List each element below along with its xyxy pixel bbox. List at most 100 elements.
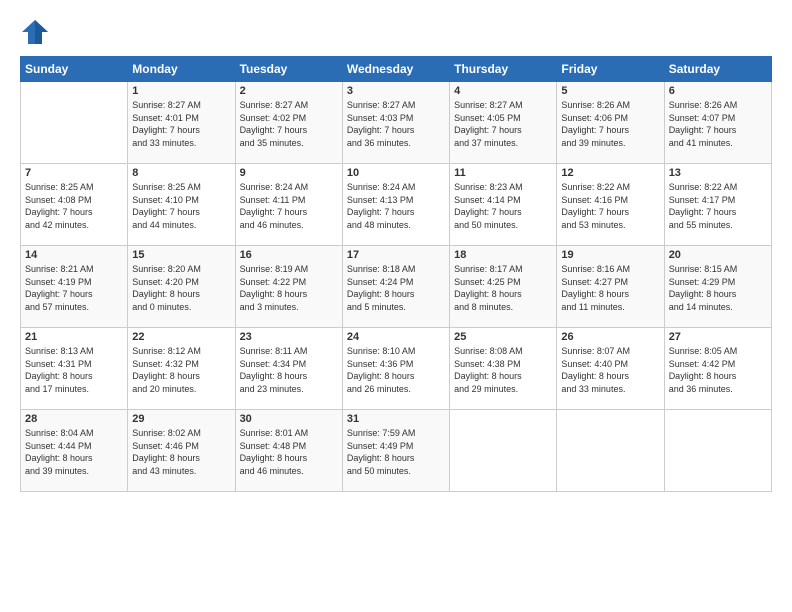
day-number: 25 [454, 331, 552, 343]
day-cell: 6 Sunrise: 8:26 AM Sunset: 4:07 PM Daylig… [664, 82, 771, 164]
week-row-1: 1 Sunrise: 8:27 AM Sunset: 4:01 PM Daylig… [21, 82, 772, 164]
day-info: Sunrise: 8:26 AM Sunset: 4:06 PM Dayligh… [561, 99, 659, 149]
day-number: 12 [561, 167, 659, 179]
day-cell: 8Sunrise: 8:25 AM Sunset: 4:10 PM Daylig… [128, 164, 235, 246]
day-number: 31 [347, 413, 445, 425]
day-number: 18 [454, 249, 552, 261]
day-cell: 11 Sunrise: 8:23 AM Sunset: 4:14 PM Dayli… [450, 164, 557, 246]
header [20, 18, 772, 46]
weekday-header-monday: Monday [128, 57, 235, 82]
weekday-header-thursday: Thursday [450, 57, 557, 82]
day-cell: 23 Sunrise: 8:11 AM Sunset: 4:34 PM Dayli… [235, 328, 342, 410]
day-info: Sunrise: 8:20 AM Sunset: 4:20 PM Dayligh… [132, 263, 230, 313]
weekday-header-row: SundayMondayTuesdayWednesdayThursdayFrid… [21, 57, 772, 82]
day-info: Sunrise: 8:27 AM Sunset: 4:03 PM Dayligh… [347, 99, 445, 149]
day-number: 22 [132, 331, 230, 343]
day-number: 14 [25, 249, 123, 261]
day-info: Sunrise: 8:10 AM Sunset: 4:36 PM Dayligh… [347, 345, 445, 395]
day-info: Sunrise: 8:27 AM Sunset: 4:02 PM Dayligh… [240, 99, 338, 149]
day-cell: 5 Sunrise: 8:26 AM Sunset: 4:06 PM Daylig… [557, 82, 664, 164]
day-number: 17 [347, 249, 445, 261]
day-info: Sunrise: 8:07 AM Sunset: 4:40 PM Dayligh… [561, 345, 659, 395]
day-cell: 22 Sunrise: 8:12 AM Sunset: 4:32 PM Dayli… [128, 328, 235, 410]
day-cell: 16 Sunrise: 8:19 AM Sunset: 4:22 PM Dayli… [235, 246, 342, 328]
week-row-3: 14Sunrise: 8:21 AM Sunset: 4:19 PM Dayli… [21, 246, 772, 328]
day-number: 7 [25, 167, 123, 179]
day-cell: 30Sunrise: 8:01 AM Sunset: 4:48 PM Dayli… [235, 410, 342, 492]
week-row-2: 7 Sunrise: 8:25 AM Sunset: 4:08 PM Daylig… [21, 164, 772, 246]
day-info: Sunrise: 8:12 AM Sunset: 4:32 PM Dayligh… [132, 345, 230, 395]
day-cell: 27Sunrise: 8:05 AM Sunset: 4:42 PM Dayli… [664, 328, 771, 410]
day-info: Sunrise: 8:25 AM Sunset: 4:08 PM Dayligh… [25, 181, 123, 231]
day-number: 5 [561, 85, 659, 97]
day-cell [557, 410, 664, 492]
day-number: 27 [669, 331, 767, 343]
day-cell: 4 Sunrise: 8:27 AM Sunset: 4:05 PM Daylig… [450, 82, 557, 164]
day-info: Sunrise: 8:25 AM Sunset: 4:10 PM Dayligh… [132, 181, 230, 231]
weekday-header-sunday: Sunday [21, 57, 128, 82]
day-info: Sunrise: 8:22 AM Sunset: 4:17 PM Dayligh… [669, 181, 767, 231]
day-number: 3 [347, 85, 445, 97]
day-cell: 10Sunrise: 8:24 AM Sunset: 4:13 PM Dayli… [342, 164, 449, 246]
day-info: Sunrise: 8:27 AM Sunset: 4:01 PM Dayligh… [132, 99, 230, 149]
day-info: Sunrise: 8:04 AM Sunset: 4:44 PM Dayligh… [25, 427, 123, 477]
day-cell: 9Sunrise: 8:24 AM Sunset: 4:11 PM Daylig… [235, 164, 342, 246]
day-number: 24 [347, 331, 445, 343]
day-cell: 14Sunrise: 8:21 AM Sunset: 4:19 PM Dayli… [21, 246, 128, 328]
day-info: Sunrise: 8:02 AM Sunset: 4:46 PM Dayligh… [132, 427, 230, 477]
day-cell: 17 Sunrise: 8:18 AM Sunset: 4:24 PM Dayli… [342, 246, 449, 328]
day-number: 11 [454, 167, 552, 179]
day-number: 13 [669, 167, 767, 179]
day-cell: 3 Sunrise: 8:27 AM Sunset: 4:03 PM Daylig… [342, 82, 449, 164]
day-info: Sunrise: 8:11 AM Sunset: 4:34 PM Dayligh… [240, 345, 338, 395]
day-info: Sunrise: 8:24 AM Sunset: 4:13 PM Dayligh… [347, 181, 445, 231]
day-cell: 24 Sunrise: 8:10 AM Sunset: 4:36 PM Dayli… [342, 328, 449, 410]
day-number: 26 [561, 331, 659, 343]
day-number: 2 [240, 85, 338, 97]
day-info: Sunrise: 8:17 AM Sunset: 4:25 PM Dayligh… [454, 263, 552, 313]
day-number: 29 [132, 413, 230, 425]
day-info: Sunrise: 8:23 AM Sunset: 4:14 PM Dayligh… [454, 181, 552, 231]
day-info: Sunrise: 8:08 AM Sunset: 4:38 PM Dayligh… [454, 345, 552, 395]
day-cell: 13 Sunrise: 8:22 AM Sunset: 4:17 PM Dayli… [664, 164, 771, 246]
weekday-header-tuesday: Tuesday [235, 57, 342, 82]
day-cell: 25 Sunrise: 8:08 AM Sunset: 4:38 PM Dayli… [450, 328, 557, 410]
day-number: 20 [669, 249, 767, 261]
day-number: 16 [240, 249, 338, 261]
day-number: 15 [132, 249, 230, 261]
weekday-header-friday: Friday [557, 57, 664, 82]
day-number: 1 [132, 85, 230, 97]
week-row-4: 21 Sunrise: 8:13 AM Sunset: 4:31 PM Dayli… [21, 328, 772, 410]
day-info: Sunrise: 8:26 AM Sunset: 4:07 PM Dayligh… [669, 99, 767, 149]
day-cell [21, 82, 128, 164]
day-cell: 18 Sunrise: 8:17 AM Sunset: 4:25 PM Dayli… [450, 246, 557, 328]
day-number: 4 [454, 85, 552, 97]
day-number: 23 [240, 331, 338, 343]
day-cell: 21 Sunrise: 8:13 AM Sunset: 4:31 PM Dayli… [21, 328, 128, 410]
day-number: 28 [25, 413, 123, 425]
day-info: Sunrise: 7:59 AM Sunset: 4:49 PM Dayligh… [347, 427, 445, 477]
page: SundayMondayTuesdayWednesdayThursdayFrid… [0, 0, 792, 612]
day-info: Sunrise: 8:27 AM Sunset: 4:05 PM Dayligh… [454, 99, 552, 149]
day-number: 21 [25, 331, 123, 343]
day-cell: 2 Sunrise: 8:27 AM Sunset: 4:02 PM Daylig… [235, 82, 342, 164]
day-cell [450, 410, 557, 492]
day-info: Sunrise: 8:15 AM Sunset: 4:29 PM Dayligh… [669, 263, 767, 313]
day-info: Sunrise: 8:16 AM Sunset: 4:27 PM Dayligh… [561, 263, 659, 313]
day-number: 19 [561, 249, 659, 261]
day-info: Sunrise: 8:18 AM Sunset: 4:24 PM Dayligh… [347, 263, 445, 313]
day-cell: 28 Sunrise: 8:04 AM Sunset: 4:44 PM Dayli… [21, 410, 128, 492]
day-info: Sunrise: 8:19 AM Sunset: 4:22 PM Dayligh… [240, 263, 338, 313]
day-cell: 19 Sunrise: 8:16 AM Sunset: 4:27 PM Dayli… [557, 246, 664, 328]
day-number: 6 [669, 85, 767, 97]
day-cell: 12Sunrise: 8:22 AM Sunset: 4:16 PM Dayli… [557, 164, 664, 246]
day-cell [664, 410, 771, 492]
day-number: 9 [240, 167, 338, 179]
logo-icon [20, 18, 50, 46]
calendar-table: SundayMondayTuesdayWednesdayThursdayFrid… [20, 56, 772, 492]
day-cell: 7 Sunrise: 8:25 AM Sunset: 4:08 PM Daylig… [21, 164, 128, 246]
day-info: Sunrise: 8:01 AM Sunset: 4:48 PM Dayligh… [240, 427, 338, 477]
day-cell: 15 Sunrise: 8:20 AM Sunset: 4:20 PM Dayli… [128, 246, 235, 328]
day-cell: 20 Sunrise: 8:15 AM Sunset: 4:29 PM Dayli… [664, 246, 771, 328]
day-info: Sunrise: 8:13 AM Sunset: 4:31 PM Dayligh… [25, 345, 123, 395]
